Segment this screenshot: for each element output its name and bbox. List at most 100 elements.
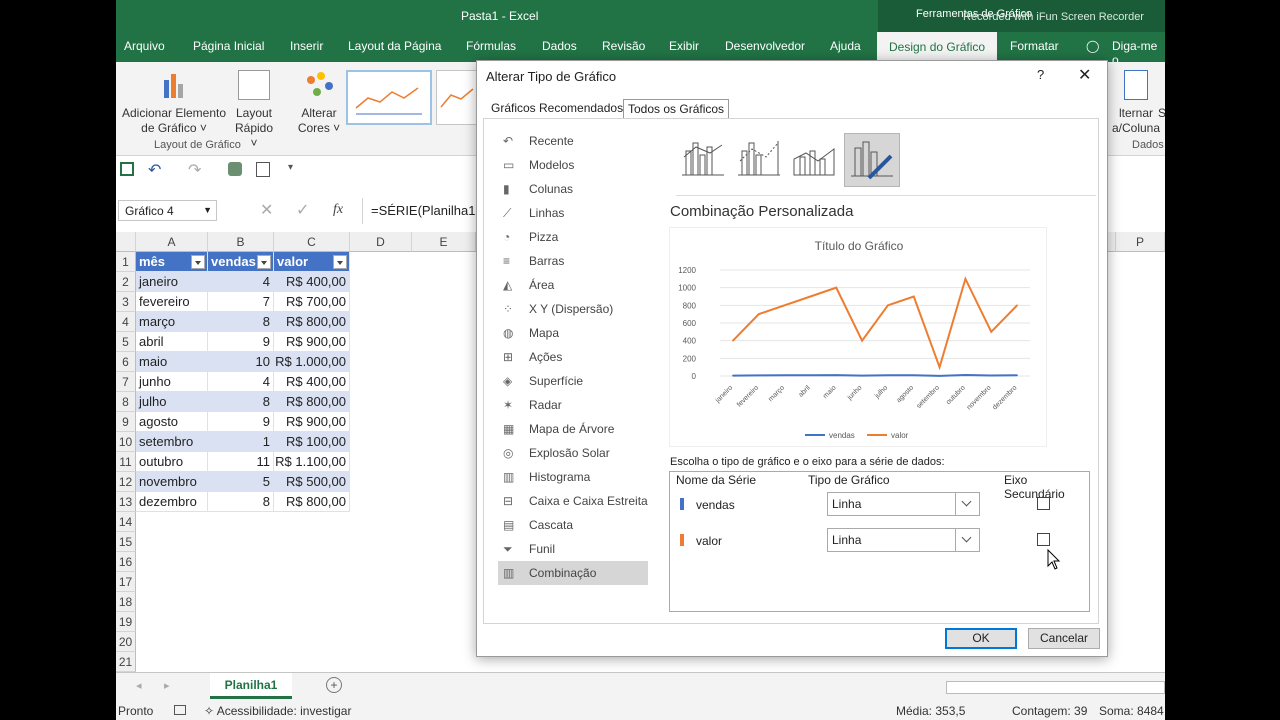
help-button[interactable]: ? bbox=[1037, 67, 1044, 82]
table-cell[interactable]: R$ 800,00 bbox=[274, 492, 350, 512]
add-chart-element-button[interactable]: Adicionar Elemento de Gráfico ˅ bbox=[120, 70, 228, 136]
row-header[interactable]: 6 bbox=[116, 352, 136, 372]
chart-type-caixa-e-caixa-estreita[interactable]: ⊟ Caixa e Caixa Estreita bbox=[498, 489, 648, 513]
chart-type-linhas[interactable]: ⟋ Linhas bbox=[498, 201, 648, 225]
table-cell[interactable]: R$ 900,00 bbox=[274, 332, 350, 352]
accessibility-status[interactable]: ✧ Acessibilidade: investigar bbox=[204, 704, 351, 718]
table-header-cell[interactable]: valor bbox=[274, 252, 350, 272]
table-cell[interactable]: 8 bbox=[208, 492, 274, 512]
table-cell[interactable]: R$ 100,00 bbox=[274, 432, 350, 452]
chart-type-histograma[interactable]: ▥ Histograma bbox=[498, 465, 648, 489]
horizontal-scrollbar[interactable] bbox=[946, 681, 1165, 694]
table-cell[interactable]: 4 bbox=[208, 272, 274, 292]
formula-input[interactable]: =SÉRIE(Planilha1! bbox=[362, 198, 482, 224]
table-cell[interactable]: 1 bbox=[208, 432, 274, 452]
tab-all-charts[interactable]: Todos os Gráficos bbox=[623, 99, 730, 119]
table-cell[interactable]: junho bbox=[136, 372, 208, 392]
table-cell[interactable]: R$ 1.000,00 bbox=[274, 352, 350, 372]
change-colors-button[interactable]: Alterar Cores ˅ bbox=[294, 70, 344, 136]
table-cell[interactable]: 7 bbox=[208, 292, 274, 312]
table-cell[interactable]: R$ 700,00 bbox=[274, 292, 350, 312]
row-header[interactable]: 4 bbox=[116, 312, 136, 332]
row-header[interactable]: 12 bbox=[116, 472, 136, 492]
column-header-a[interactable]: A bbox=[136, 232, 208, 252]
secondary-axis-checkbox-valor[interactable] bbox=[1037, 533, 1050, 546]
column-header-e[interactable]: E bbox=[412, 232, 476, 252]
table-cell[interactable]: R$ 500,00 bbox=[274, 472, 350, 492]
tab-ajuda[interactable]: Ajuda bbox=[830, 39, 861, 53]
table-cell[interactable]: 8 bbox=[208, 312, 274, 332]
row-header[interactable]: 15 bbox=[116, 532, 136, 552]
close-icon[interactable]: ✕ bbox=[1078, 65, 1091, 85]
chart-type-radar[interactable]: ✶ Radar bbox=[498, 393, 648, 417]
scroll-right-icon[interactable]: ▸ bbox=[164, 679, 170, 692]
row-header[interactable]: 7 bbox=[116, 372, 136, 392]
tab-desenvolvedor[interactable]: Desenvolvedor bbox=[725, 39, 805, 53]
combo-stacked-area-column-icon[interactable] bbox=[788, 133, 844, 187]
table-header-cell[interactable]: vendas bbox=[208, 252, 274, 272]
filter-dropdown-icon[interactable] bbox=[191, 255, 205, 269]
row-header[interactable]: 9 bbox=[116, 412, 136, 432]
chart-type-modelos[interactable]: ▭ Modelos bbox=[498, 153, 648, 177]
save-icon[interactable] bbox=[120, 162, 134, 176]
table-cell[interactable]: julho bbox=[136, 392, 208, 412]
column-header-p[interactable]: P bbox=[1116, 232, 1165, 252]
cancel-button[interactable]: Cancelar bbox=[1028, 628, 1100, 649]
chart-type-funil[interactable]: ⏷ Funil bbox=[498, 537, 648, 561]
select-all-corner[interactable] bbox=[116, 232, 136, 252]
row-header[interactable]: 21 bbox=[116, 652, 136, 672]
row-header[interactable]: 18 bbox=[116, 592, 136, 612]
chart-type-área[interactable]: ◭ Área bbox=[498, 273, 648, 297]
name-box[interactable]: Gráfico 4 ▼ bbox=[118, 200, 217, 221]
combo-custom-icon[interactable] bbox=[844, 133, 900, 187]
chart-type-barras[interactable]: ≡ Barras bbox=[498, 249, 648, 273]
row-header[interactable]: 14 bbox=[116, 512, 136, 532]
chart-type-x-y-dispersão-[interactable]: ⁘ X Y (Dispersão) bbox=[498, 297, 648, 321]
tab-design-do-grafico[interactable]: Design do Gráfico bbox=[877, 32, 998, 62]
chart-type-superfície[interactable]: ◈ Superfície bbox=[498, 369, 648, 393]
chart-style-1[interactable] bbox=[346, 70, 432, 125]
secondary-axis-checkbox-vendas[interactable] bbox=[1037, 497, 1050, 510]
row-header[interactable]: 1 bbox=[116, 252, 136, 272]
row-header[interactable]: 19 bbox=[116, 612, 136, 632]
table-cell[interactable]: R$ 1.100,00 bbox=[274, 452, 350, 472]
table-header-cell[interactable]: mês bbox=[136, 252, 208, 272]
table-cell[interactable]: agosto bbox=[136, 412, 208, 432]
sheet-tab-planilha1[interactable]: Planilha1 bbox=[210, 673, 292, 699]
tab-formulas[interactable]: Fórmulas bbox=[466, 39, 516, 53]
chart-style-2[interactable] bbox=[436, 70, 480, 125]
table-cell[interactable]: 10 bbox=[208, 352, 274, 372]
table-cell[interactable]: novembro bbox=[136, 472, 208, 492]
tab-pagina-inicial[interactable]: Página Inicial bbox=[193, 39, 264, 53]
combo-clustered-column-line-icon[interactable] bbox=[676, 133, 732, 187]
table-cell[interactable]: outubro bbox=[136, 452, 208, 472]
table-cell[interactable]: 5 bbox=[208, 472, 274, 492]
table-cell[interactable]: janeiro bbox=[136, 272, 208, 292]
column-header-b[interactable]: B bbox=[208, 232, 274, 252]
chart-type-cascata[interactable]: ▤ Cascata bbox=[498, 513, 648, 537]
chart-type-explosão-solar[interactable]: ◎ Explosão Solar bbox=[498, 441, 648, 465]
tab-dados[interactable]: Dados bbox=[542, 39, 577, 53]
tab-formatar[interactable]: Formatar bbox=[1010, 39, 1059, 53]
lightbulb-icon[interactable]: ◯ bbox=[1086, 39, 1099, 53]
table-cell[interactable]: 8 bbox=[208, 392, 274, 412]
table-cell[interactable]: R$ 400,00 bbox=[274, 372, 350, 392]
chart-type-mapa[interactable]: ◍ Mapa bbox=[498, 321, 648, 345]
undo-icon[interactable]: ↶ bbox=[148, 160, 161, 180]
table-cell[interactable]: 9 bbox=[208, 412, 274, 432]
row-header[interactable]: 17 bbox=[116, 572, 136, 592]
table-cell[interactable]: fevereiro bbox=[136, 292, 208, 312]
table-cell[interactable]: 4 bbox=[208, 372, 274, 392]
filter-dropdown-icon[interactable] bbox=[333, 255, 347, 269]
table-cell[interactable]: setembro bbox=[136, 432, 208, 452]
row-header[interactable]: 8 bbox=[116, 392, 136, 412]
tab-layout-da-pagina[interactable]: Layout da Página bbox=[348, 39, 441, 53]
row-header[interactable]: 16 bbox=[116, 552, 136, 572]
tab-revisao[interactable]: Revisão bbox=[602, 39, 645, 53]
tab-arquivo[interactable]: Arquivo bbox=[124, 39, 165, 53]
series-type-select-vendas[interactable]: Linha bbox=[827, 492, 980, 516]
tab-inserir[interactable]: Inserir bbox=[290, 39, 323, 53]
row-header[interactable]: 11 bbox=[116, 452, 136, 472]
select-data-partial[interactable]: S bbox=[1158, 106, 1165, 121]
tab-recommended-charts[interactable]: Gráficos Recomendados bbox=[487, 99, 627, 117]
